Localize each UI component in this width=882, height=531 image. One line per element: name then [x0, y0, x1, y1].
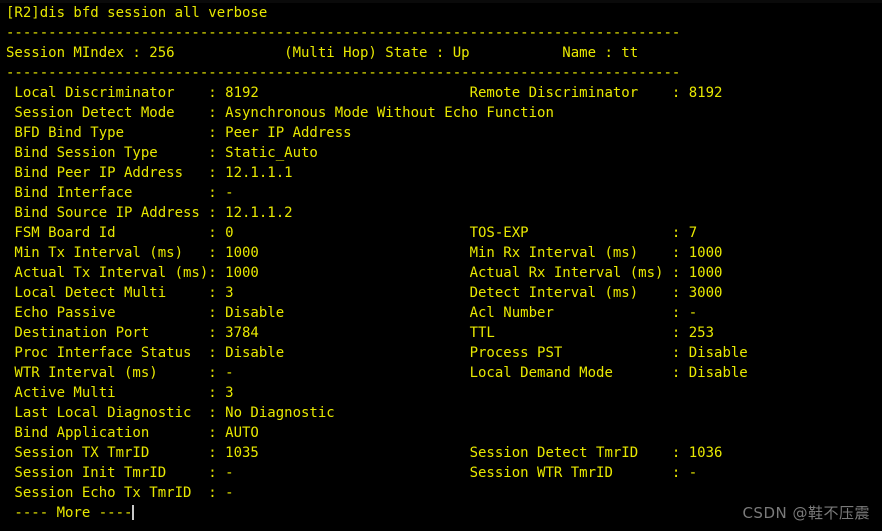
field-row: Local Discriminator : 8192 Remote Discri… — [6, 85, 723, 101]
session-summary-line: Session MIndex : 256 (Multi Hop) State :… — [6, 45, 639, 61]
separator-bottom: ----------------------------------------… — [6, 65, 681, 81]
field-row: Session TX TmrID : 1035 Session Detect T… — [6, 445, 723, 461]
field-row: Bind Application : AUTO — [6, 425, 259, 441]
field-row: Session Detect Mode : Asynchronous Mode … — [6, 105, 554, 121]
text-cursor — [132, 505, 135, 520]
field-row: Last Local Diagnostic : No Diagnostic — [6, 405, 335, 421]
field-row: Session Echo Tx TmrID : - — [6, 485, 234, 501]
field-row: Actual Tx Interval (ms): 1000 Actual Rx … — [6, 265, 723, 281]
field-row: BFD Bind Type : Peer IP Address — [6, 125, 352, 141]
field-row: Active Multi : 3 — [6, 385, 234, 401]
field-row: Bind Session Type : Static_Auto — [6, 145, 318, 161]
field-row: Bind Interface : - — [6, 185, 234, 201]
field-row: WTR Interval (ms) : - Local Demand Mode … — [6, 365, 748, 381]
field-row: Proc Interface Status : Disable Process … — [6, 345, 748, 361]
field-row: Local Detect Multi : 3 Detect Interval (… — [6, 285, 723, 301]
command-line: [R2]dis bfd session all verbose — [6, 5, 268, 21]
field-row: Session Init TmrID : - Session WTR TmrID… — [6, 465, 698, 481]
csdn-watermark: CSDN @鞋不压震 — [742, 504, 870, 522]
more-prompt-label: ---- More ---- — [6, 505, 133, 521]
terminal-window[interactable]: [R2]dis bfd session all verbose ---------… — [0, 0, 882, 531]
field-row: Destination Port : 3784 TTL : 253 — [6, 325, 715, 341]
field-row: Bind Peer IP Address : 12.1.1.1 — [6, 165, 293, 181]
field-row: FSM Board Id : 0 TOS-EXP : 7 — [6, 225, 698, 241]
field-row: Min Tx Interval (ms) : 1000 Min Rx Inter… — [6, 245, 723, 261]
terminal-screen: [R2]dis bfd session all verbose ---------… — [0, 3, 882, 523]
field-row: Bind Source IP Address : 12.1.1.2 — [6, 205, 293, 221]
field-row: Echo Passive : Disable Acl Number : - — [6, 305, 698, 321]
separator-top: ----------------------------------------… — [6, 25, 681, 41]
